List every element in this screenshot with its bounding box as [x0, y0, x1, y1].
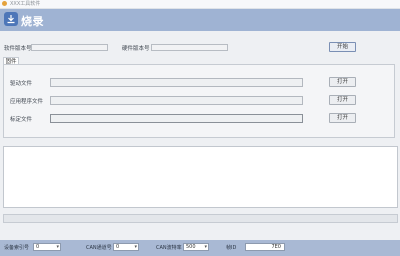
device-index-select[interactable]: 0 ▾ [33, 243, 61, 251]
progress-bar [3, 214, 398, 223]
app-file-label: 应用程序文件 [10, 99, 44, 105]
page-title: 烧录 [21, 15, 44, 28]
device-index-value: 0 [36, 244, 40, 250]
log-output[interactable] [3, 146, 398, 208]
frame-id-field[interactable]: 7E0 [245, 243, 285, 251]
can-channel-value: 0 [116, 244, 120, 250]
chevron-down-icon: ▾ [56, 244, 59, 250]
open-driver-file-button[interactable]: 打开 [329, 77, 356, 87]
can-baud-label: CAN波特率 [156, 245, 182, 251]
can-baud-select[interactable]: 500 ▾ [183, 243, 209, 251]
software-version-field[interactable] [31, 44, 108, 51]
open-app-file-button[interactable]: 打开 [329, 95, 356, 105]
window-title: XXX工具软件 [10, 1, 41, 7]
can-channel-label: CAN通道号 [86, 245, 112, 251]
start-button[interactable]: 开始 [329, 42, 356, 52]
header-banner: 烧录 [0, 9, 400, 31]
software-version-label: 软件版本号 [4, 46, 32, 52]
device-index-label: 设备索引号 [4, 245, 30, 251]
can-channel-select[interactable]: 0 ▾ [113, 243, 139, 251]
calibration-file-label: 标定文件 [10, 117, 33, 123]
open-calibration-file-button[interactable]: 打开 [329, 113, 356, 123]
hardware-version-field[interactable] [151, 44, 228, 51]
app-icon [2, 1, 7, 6]
calibration-file-field[interactable] [50, 114, 303, 123]
chevron-down-icon: ▾ [134, 244, 137, 250]
frame-id-label: 帧ID [226, 245, 237, 251]
can-baud-value: 500 [186, 244, 196, 250]
title-bar: XXX工具软件 [0, 0, 400, 9]
app-file-field[interactable] [50, 96, 303, 105]
driver-file-label: 驱动文件 [10, 81, 33, 87]
chevron-down-icon: ▾ [204, 244, 207, 250]
hardware-version-label: 硬件版本号 [122, 46, 150, 52]
download-icon [4, 12, 18, 26]
driver-file-field[interactable] [50, 78, 303, 87]
